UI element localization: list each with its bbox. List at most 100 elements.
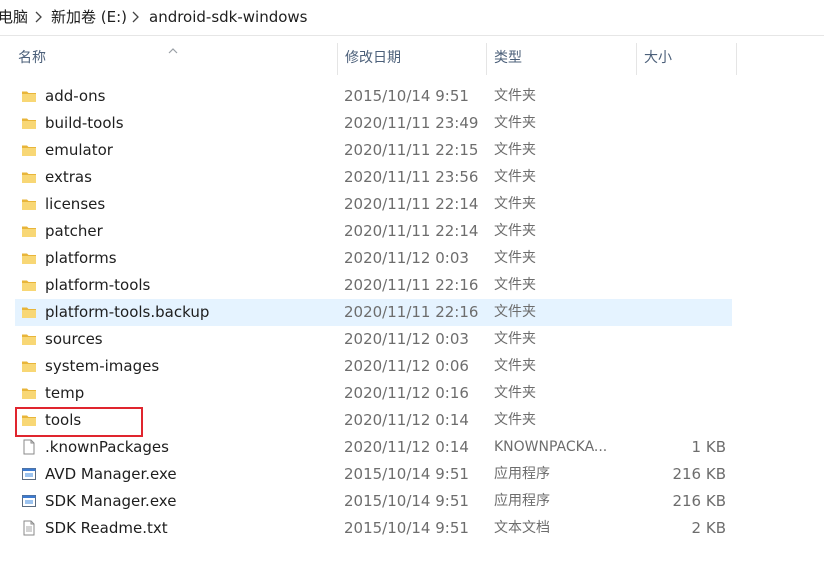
file-row[interactable]: add-ons 2015/10/14 9:51 文件夹 bbox=[15, 83, 732, 110]
file-name: .knownPackages bbox=[45, 438, 169, 456]
file-row[interactable]: emulator 2020/11/11 22:15 文件夹 bbox=[15, 137, 732, 164]
file-type: 文件夹 bbox=[494, 142, 536, 158]
file-name: add-ons bbox=[45, 87, 106, 105]
file-type: 文件夹 bbox=[494, 385, 536, 401]
file-type: 文件夹 bbox=[494, 277, 536, 293]
file-type: 应用程序 bbox=[494, 493, 550, 509]
column-header-row: 名称 修改日期 类型 大小 bbox=[0, 41, 824, 75]
column-header-type[interactable]: 类型 bbox=[494, 41, 522, 75]
file-type: 文件夹 bbox=[494, 331, 536, 347]
folder-icon bbox=[21, 412, 37, 428]
folder-icon bbox=[21, 196, 37, 212]
file-modified-date: 2015/10/14 9:51 bbox=[344, 519, 469, 537]
breadcrumb-item-drive[interactable]: 新加卷 (E:) bbox=[51, 7, 127, 27]
folder-icon bbox=[21, 304, 37, 320]
file-row[interactable]: system-images 2020/11/12 0:06 文件夹 bbox=[15, 353, 732, 380]
file-row[interactable]: platform-tools 2020/11/11 22:16 文件夹 bbox=[15, 272, 732, 299]
file-type: 文件夹 bbox=[494, 250, 536, 266]
file-modified-date: 2020/11/11 22:16 bbox=[344, 303, 479, 321]
column-header-size[interactable]: 大小 bbox=[644, 41, 672, 75]
exe-icon bbox=[21, 493, 37, 509]
file-type: 文件夹 bbox=[494, 223, 536, 239]
address-bar[interactable]: 电脑 新加卷 (E:) android-sdk-windows bbox=[0, 0, 824, 36]
folder-icon bbox=[21, 250, 37, 266]
file-modified-date: 2020/11/12 0:14 bbox=[344, 411, 469, 429]
file-modified-date: 2020/11/11 22:15 bbox=[344, 141, 479, 159]
file-row[interactable]: platforms 2020/11/12 0:03 文件夹 bbox=[15, 245, 732, 272]
file-name: SDK Readme.txt bbox=[45, 519, 168, 537]
folder-icon bbox=[21, 277, 37, 293]
file-modified-date: 2020/11/12 0:16 bbox=[344, 384, 469, 402]
file-name: emulator bbox=[45, 141, 113, 159]
file-type: 应用程序 bbox=[494, 466, 550, 482]
file-row[interactable]: platform-tools.backup 2020/11/11 22:16 文件夹 bbox=[15, 299, 732, 326]
file-row[interactable]: licenses 2020/11/11 22:14 文件夹 bbox=[15, 191, 732, 218]
file-row[interactable]: extras 2020/11/11 23:56 文件夹 bbox=[15, 164, 732, 191]
breadcrumb-item-pc[interactable]: 电脑 bbox=[0, 7, 28, 27]
file-name: SDK Manager.exe bbox=[45, 492, 177, 510]
file-type: 文件夹 bbox=[494, 88, 536, 104]
file-size: 1 KB bbox=[691, 438, 726, 456]
folder-icon bbox=[21, 88, 37, 104]
file-row[interactable]: AVD Manager.exe 2015/10/14 9:51 应用程序 216 KB bbox=[15, 461, 732, 488]
folder-icon bbox=[21, 223, 37, 239]
file-modified-date: 2020/11/11 23:49 bbox=[344, 114, 479, 132]
file-row[interactable]: patcher 2020/11/11 22:14 文件夹 bbox=[15, 218, 732, 245]
file-row[interactable]: tools 2020/11/12 0:14 文件夹 bbox=[15, 407, 732, 434]
file-modified-date: 2015/10/14 9:51 bbox=[344, 87, 469, 105]
sort-ascending-icon bbox=[167, 41, 179, 54]
file-modified-date: 2020/11/11 22:16 bbox=[344, 276, 479, 294]
folder-icon bbox=[21, 358, 37, 374]
file-type: 文件夹 bbox=[494, 358, 536, 374]
file-row[interactable]: SDK Manager.exe 2015/10/14 9:51 应用程序 216 KB bbox=[15, 488, 732, 515]
file-name: temp bbox=[45, 384, 85, 402]
file-name: platform-tools.backup bbox=[45, 303, 210, 321]
text-file-icon bbox=[21, 520, 37, 536]
file-row[interactable]: SDK Readme.txt 2015/10/14 9:51 文本文档 2 KB bbox=[15, 515, 732, 542]
file-name: licenses bbox=[45, 195, 106, 213]
file-modified-date: 2020/11/12 0:06 bbox=[344, 357, 469, 375]
file-icon bbox=[21, 439, 37, 455]
file-name: extras bbox=[45, 168, 92, 186]
file-name: build-tools bbox=[45, 114, 124, 132]
file-modified-date: 2020/11/12 0:03 bbox=[344, 249, 469, 267]
file-modified-date: 2020/11/11 23:56 bbox=[344, 168, 479, 186]
file-name: AVD Manager.exe bbox=[45, 465, 177, 483]
folder-icon bbox=[21, 115, 37, 131]
column-divider[interactable] bbox=[636, 43, 637, 75]
column-divider[interactable] bbox=[337, 43, 338, 75]
column-header-name[interactable]: 名称 bbox=[18, 41, 46, 75]
folder-icon bbox=[21, 142, 37, 158]
file-size: 216 KB bbox=[672, 492, 726, 510]
breadcrumb-item-folder[interactable]: android-sdk-windows bbox=[149, 7, 308, 27]
file-name: platforms bbox=[45, 249, 117, 267]
file-modified-date: 2020/11/12 0:14 bbox=[344, 438, 469, 456]
file-type: KNOWNPACKA... bbox=[494, 439, 608, 455]
file-row[interactable]: sources 2020/11/12 0:03 文件夹 bbox=[15, 326, 732, 353]
column-divider[interactable] bbox=[486, 43, 487, 75]
file-name: platform-tools bbox=[45, 276, 151, 294]
file-row[interactable]: .knownPackages 2020/11/12 0:14 KNOWNPACKA.… bbox=[15, 434, 732, 461]
folder-icon bbox=[21, 331, 37, 347]
file-size: 216 KB bbox=[672, 465, 726, 483]
chevron-right-icon[interactable] bbox=[130, 9, 142, 25]
file-type: 文件夹 bbox=[494, 304, 536, 320]
file-name: system-images bbox=[45, 357, 160, 375]
file-type: 文件夹 bbox=[494, 169, 536, 185]
file-size: 2 KB bbox=[691, 519, 726, 537]
file-type: 文件夹 bbox=[494, 412, 536, 428]
file-row[interactable]: temp 2020/11/12 0:16 文件夹 bbox=[15, 380, 732, 407]
column-divider[interactable] bbox=[736, 43, 737, 75]
file-name: patcher bbox=[45, 222, 103, 240]
column-header-date[interactable]: 修改日期 bbox=[345, 41, 401, 75]
file-modified-date: 2020/11/11 22:14 bbox=[344, 222, 479, 240]
file-modified-date: 2015/10/14 9:51 bbox=[344, 465, 469, 483]
file-name: tools bbox=[45, 411, 82, 429]
file-row[interactable]: build-tools 2020/11/11 23:49 文件夹 bbox=[15, 110, 732, 137]
chevron-right-icon[interactable] bbox=[33, 9, 45, 25]
folder-icon bbox=[21, 169, 37, 185]
file-type: 文件夹 bbox=[494, 196, 536, 212]
file-modified-date: 2015/10/14 9:51 bbox=[344, 492, 469, 510]
folder-icon bbox=[21, 385, 37, 401]
file-modified-date: 2020/11/11 22:14 bbox=[344, 195, 479, 213]
